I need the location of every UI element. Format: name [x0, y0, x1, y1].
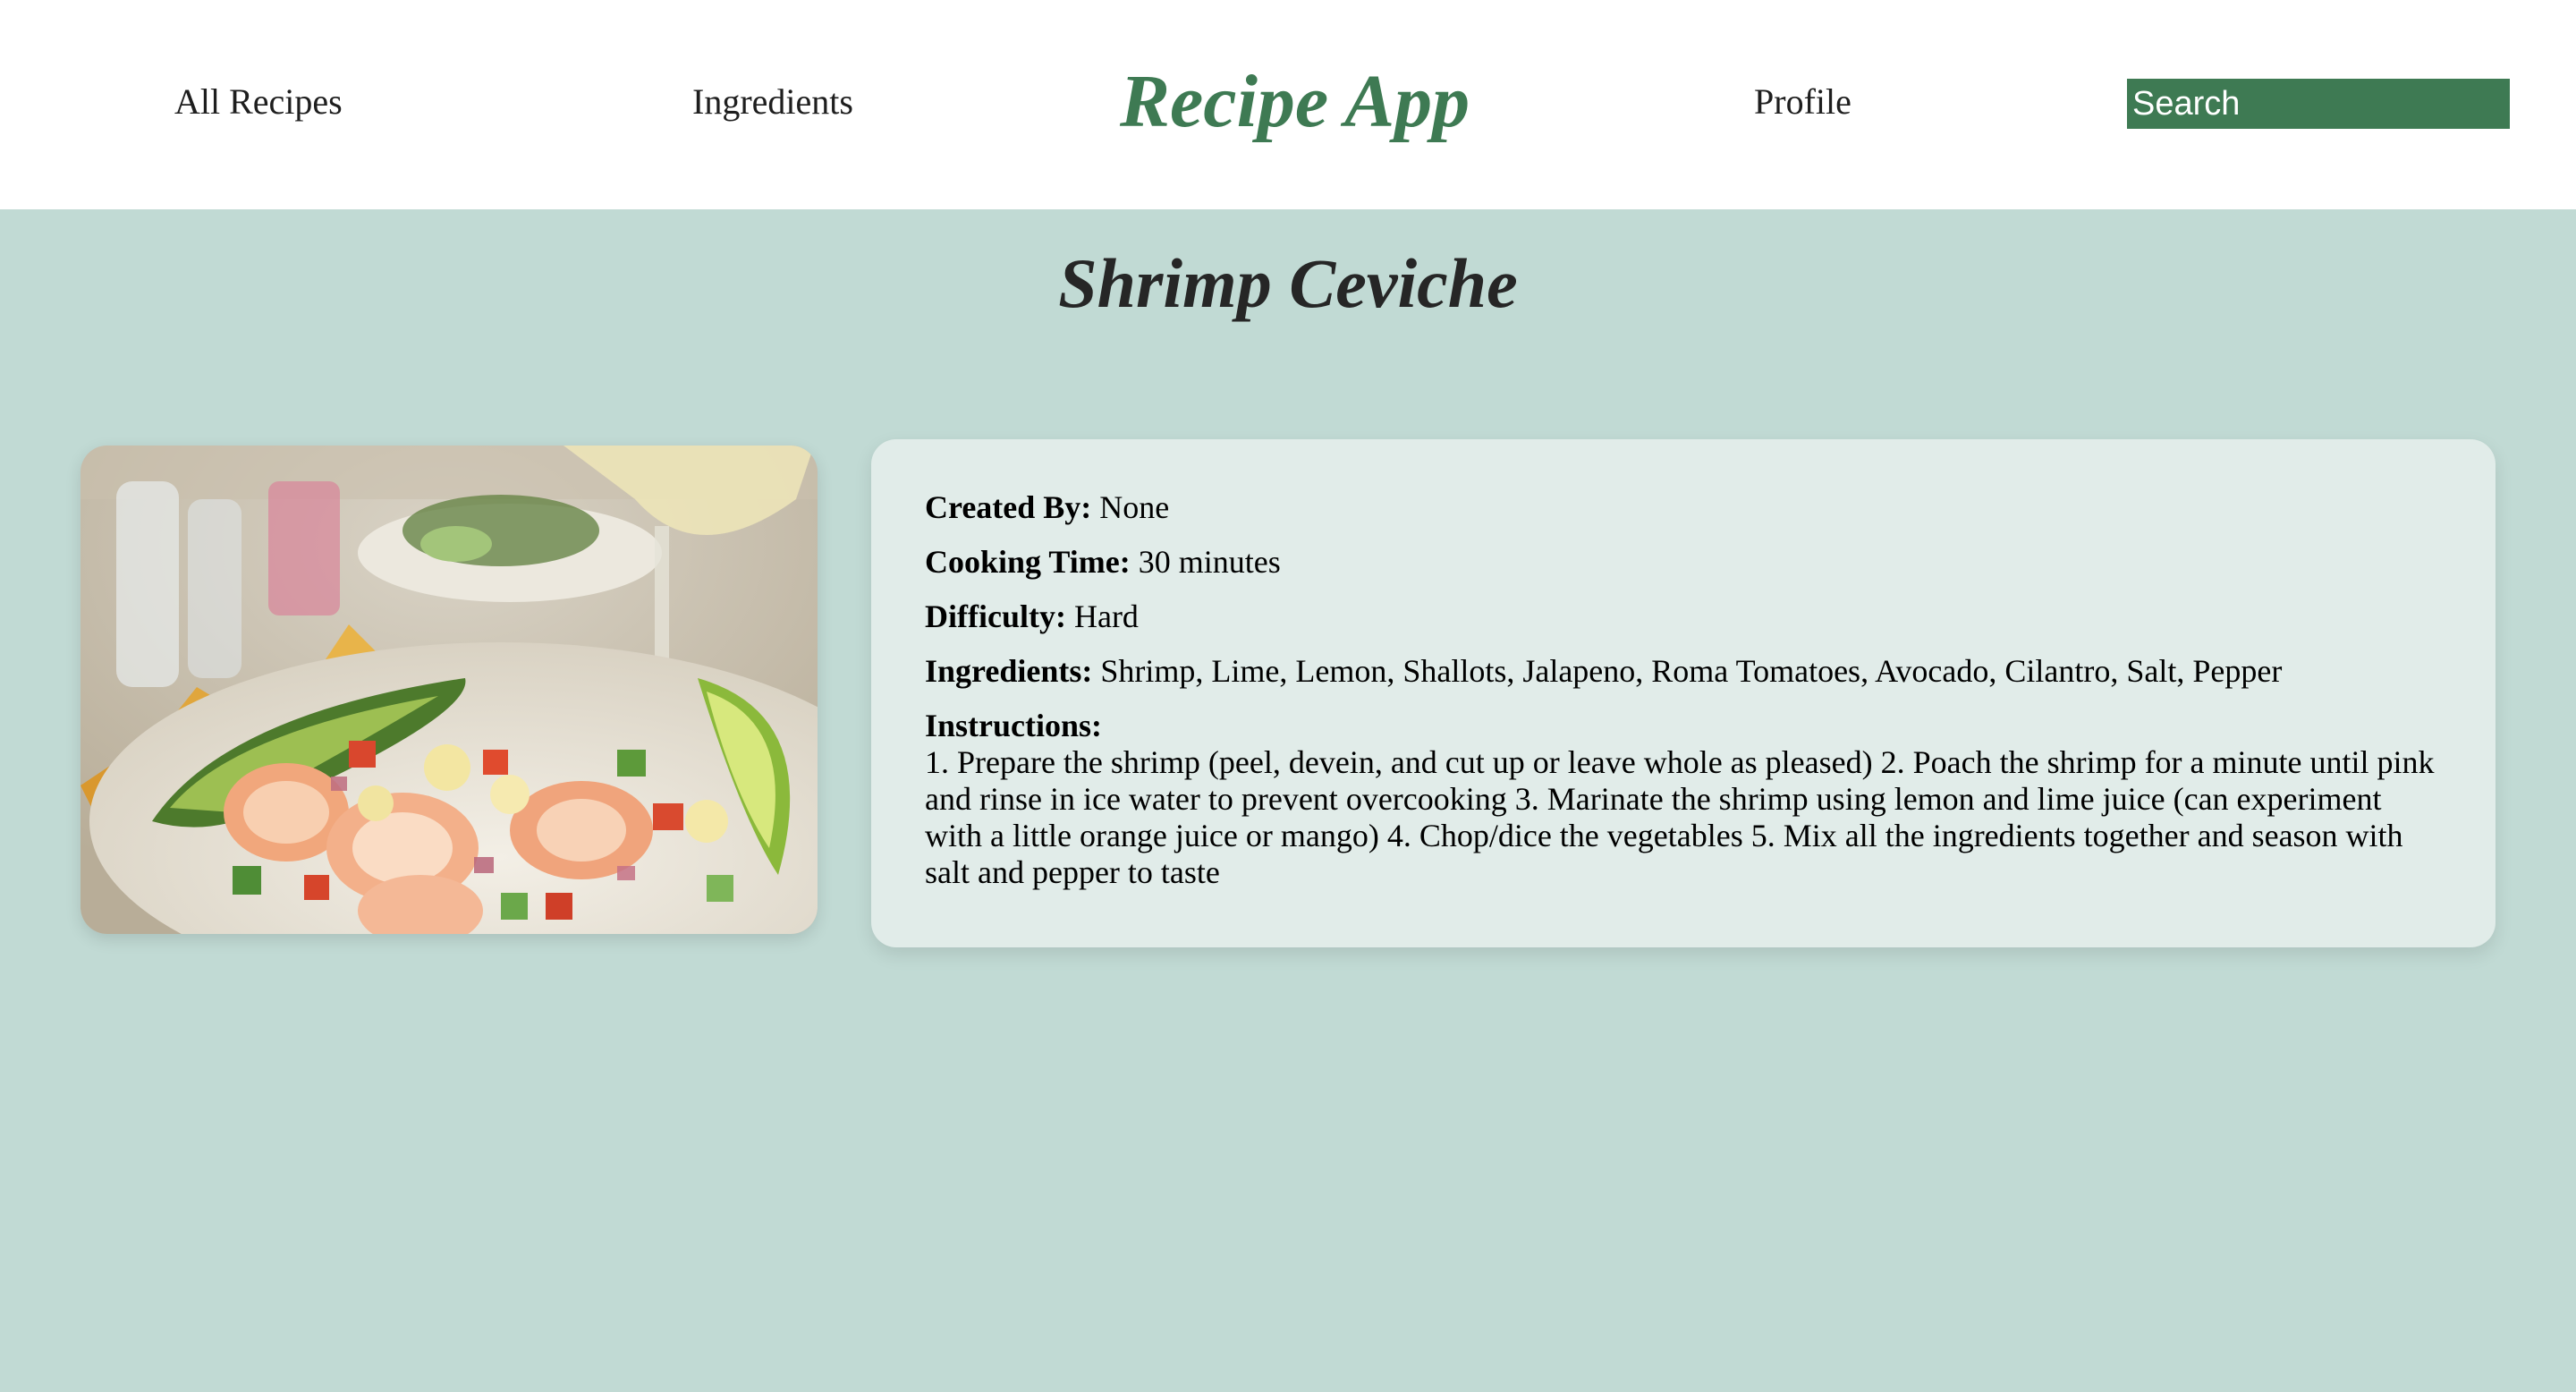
nav-all-recipes-link[interactable]: All Recipes: [174, 80, 343, 124]
ingredients-label: Ingredients:: [925, 653, 1093, 689]
nav-profile-link[interactable]: Profile: [1754, 80, 1852, 124]
instructions-value: 1. Prepare the shrimp (peel, devein, and…: [925, 744, 2435, 890]
search-input[interactable]: [2127, 79, 2510, 129]
difficulty-value: Hard: [1073, 598, 1139, 634]
created-by-value: None: [1099, 489, 1170, 525]
difficulty-row: Difficulty: Hard: [925, 598, 2442, 635]
cooking-time-value: 30 minutes: [1138, 544, 1281, 580]
created-by-label: Created By:: [925, 489, 1092, 525]
top-navigation-bar: All Recipes Ingredients Recipe App Profi…: [0, 0, 2576, 209]
recipe-details-card: Created By: None Cooking Time: 30 minute…: [871, 439, 2496, 947]
recipe-photo: [80, 446, 818, 934]
recipe-photo-illustration: [80, 446, 818, 934]
app-logo-title[interactable]: Recipe App: [1120, 57, 1470, 147]
ingredients-row: Ingredients: Shrimp, Lime, Lemon, Shallo…: [925, 653, 2442, 690]
recipe-title: Shrimp Ceviche: [1058, 244, 1518, 322]
instructions-row: Instructions: 1. Prepare the shrimp (pee…: [925, 708, 2442, 891]
ingredients-value: Shrimp, Lime, Lemon, Shallots, Jalapeno,…: [1100, 653, 2283, 689]
created-by-row: Created By: None: [925, 489, 2442, 526]
instructions-label: Instructions:: [925, 708, 1103, 743]
cooking-time-row: Cooking Time: 30 minutes: [925, 544, 2442, 581]
difficulty-label: Difficulty:: [925, 598, 1066, 634]
nav-ingredients-link[interactable]: Ingredients: [692, 80, 853, 124]
cooking-time-label: Cooking Time:: [925, 544, 1131, 580]
